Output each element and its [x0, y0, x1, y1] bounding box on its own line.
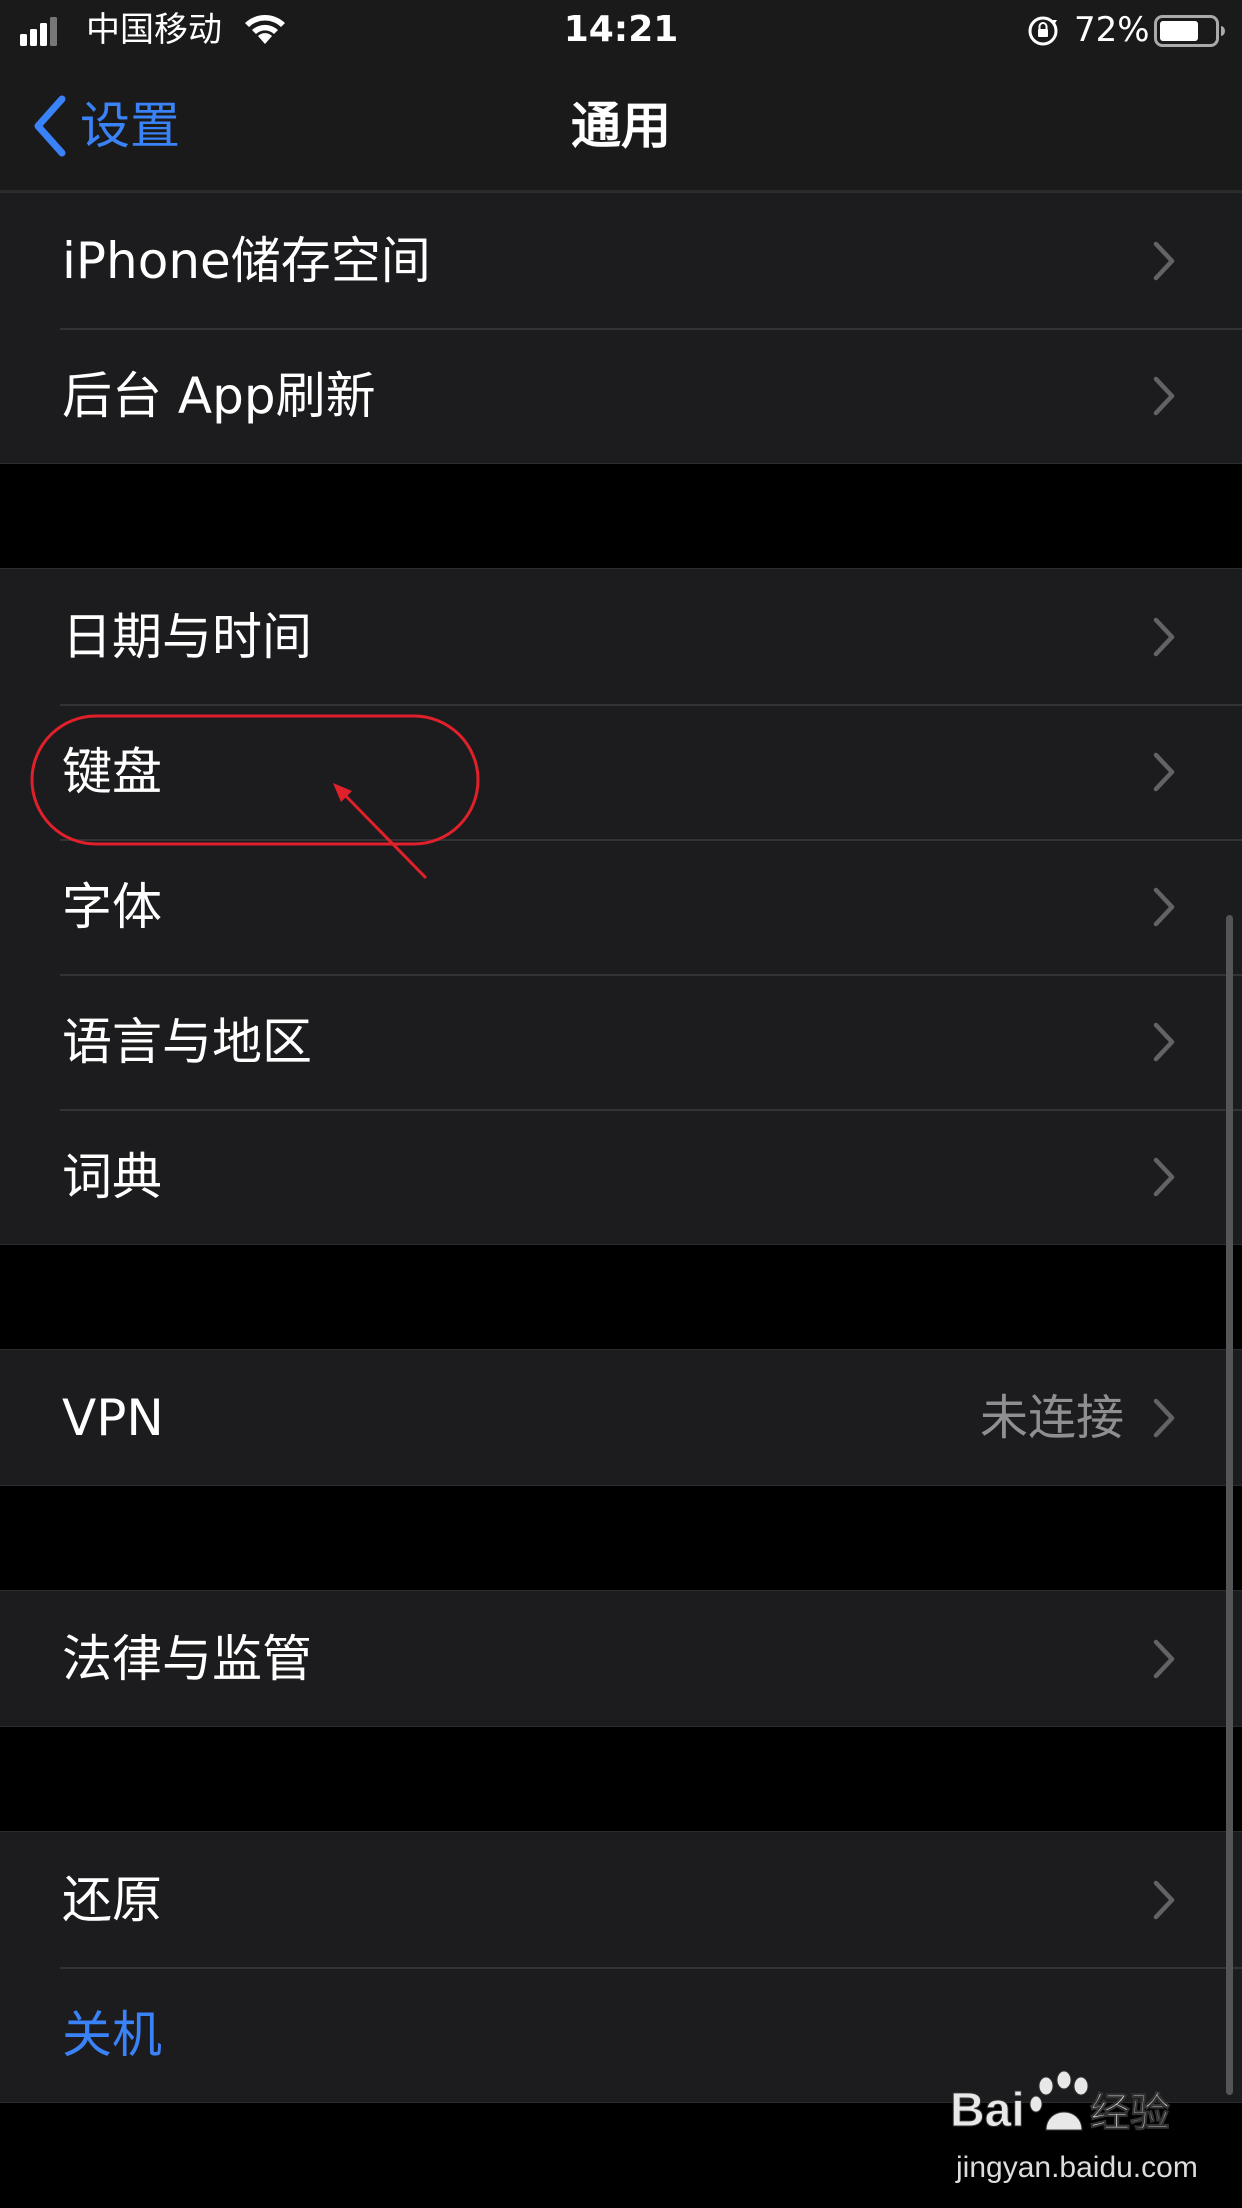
row-dictionary[interactable]: 词典 [0, 1109, 1242, 1244]
chevron-right-icon [1153, 1639, 1175, 1678]
row-label: 词典 [62, 1147, 162, 1206]
chevron-right-icon [1153, 617, 1175, 656]
group-spacer [0, 1245, 1242, 1349]
settings-list: iPhone储存空间 后台 App刷新 日期与时间 键盘 字体 语言与地区 词典 [0, 192, 1242, 2103]
rotation-lock-icon [1028, 16, 1058, 46]
chevron-right-icon [1153, 241, 1175, 280]
row-label: iPhone储存空间 [62, 231, 431, 290]
row-legal-regulatory[interactable]: 法律与监管 [0, 1591, 1242, 1726]
page-title: 通用 [571, 97, 671, 155]
row-language-region[interactable]: 语言与地区 [0, 974, 1242, 1109]
chevron-right-icon [1153, 887, 1175, 926]
row-vpn[interactable]: VPN 未连接 [0, 1350, 1242, 1485]
baidu-watermark: Bai 经验 jingyan.baidu.com [950, 2070, 1230, 2195]
settings-group-vpn: VPN 未连接 [0, 1349, 1242, 1486]
settings-group-locale: 日期与时间 键盘 字体 语言与地区 词典 [0, 568, 1242, 1245]
svg-text:经验: 经验 [1090, 2090, 1170, 2136]
row-keyboard[interactable]: 键盘 [0, 704, 1242, 839]
watermark-url: jingyan.baidu.com [956, 2151, 1198, 2184]
navigation-bar: 设置 通用 [0, 62, 1242, 192]
shut-down-label: 关机 [62, 2005, 162, 2064]
chevron-right-icon [1153, 1157, 1175, 1196]
battery-icon [1154, 15, 1225, 47]
battery-percent: 72% [1074, 10, 1150, 50]
row-label: 日期与时间 [62, 607, 312, 666]
row-label: 语言与地区 [62, 1012, 312, 1071]
row-label: 还原 [62, 1870, 162, 1929]
chevron-right-icon [1153, 376, 1175, 415]
chevron-right-icon [1153, 752, 1175, 791]
row-date-time[interactable]: 日期与时间 [0, 569, 1242, 704]
row-label: 字体 [62, 877, 162, 936]
row-label: 后台 App刷新 [62, 366, 376, 425]
group-spacer [0, 1486, 1242, 1590]
row-reset[interactable]: 还原 [0, 1832, 1242, 1967]
settings-group-storage: iPhone储存空间 后台 App刷新 [0, 192, 1242, 464]
group-spacer [0, 464, 1242, 568]
row-iphone-storage[interactable]: iPhone储存空间 [0, 193, 1242, 328]
row-label: 法律与监管 [62, 1629, 312, 1688]
row-label: VPN [62, 1388, 164, 1447]
settings-group-reset: 还原 关机 [0, 1831, 1242, 2103]
chevron-right-icon [1153, 1398, 1175, 1437]
row-label: 键盘 [62, 742, 162, 801]
chevron-right-icon [1153, 1880, 1175, 1919]
baidu-jingyan-logo: Bai 经验 [950, 2070, 1171, 2138]
svg-text:Bai: Bai [950, 2084, 1025, 2137]
scroll-indicator[interactable] [1226, 915, 1233, 2095]
chevron-right-icon [1153, 1022, 1175, 1061]
settings-group-legal: 法律与监管 [0, 1590, 1242, 1727]
vpn-status: 未连接 [979, 1389, 1124, 1446]
row-fonts[interactable]: 字体 [0, 839, 1242, 974]
group-spacer [0, 1727, 1242, 1831]
status-bar: 中国移动 14:21 72% [0, 0, 1242, 62]
row-background-app-refresh[interactable]: 后台 App刷新 [0, 328, 1242, 463]
